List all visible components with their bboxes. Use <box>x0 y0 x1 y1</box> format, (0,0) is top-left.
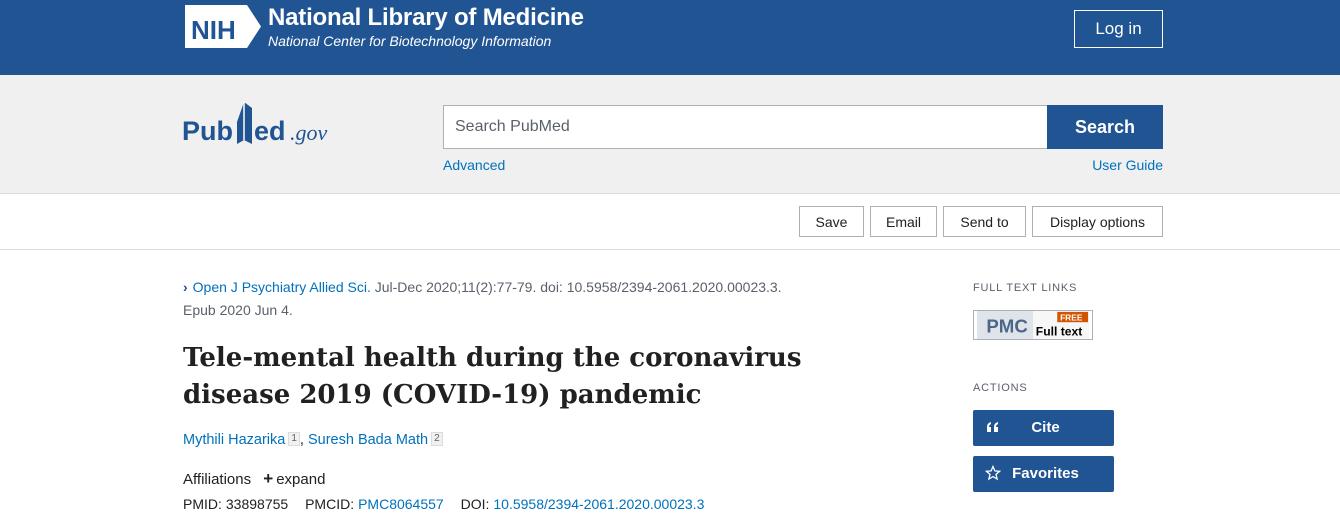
pmc-logo-text: PMC <box>986 315 1027 336</box>
full-text-links-heading: FULL TEXT LINKS <box>973 282 1078 294</box>
doi-link[interactable]: 10.5958/2394-2061.2020.00023.3 <box>493 496 704 512</box>
author-separator: , <box>299 432 304 448</box>
nlm-title[interactable]: National Library of Medicine <box>268 4 584 32</box>
save-button[interactable]: Save <box>799 206 864 237</box>
pmcid-label: PMCID: <box>305 496 355 512</box>
nih-banner: NIH National Library of Medicine Nationa… <box>0 0 1340 75</box>
affiliations: Affiliations + expand <box>183 469 325 489</box>
expand-label: expand <box>276 471 326 488</box>
search-button[interactable]: Search <box>1047 105 1163 149</box>
nih-logo-icon[interactable]: NIH <box>183 3 263 50</box>
search-input[interactable] <box>443 105 1048 149</box>
email-button[interactable]: Email <box>870 206 937 237</box>
pmcid-link[interactable]: PMC8064557 <box>358 496 444 512</box>
article-title: Tele-mental health during the coronaviru… <box>183 343 802 410</box>
send-to-button[interactable]: Send to <box>943 206 1026 237</box>
favorites-label: Favorites <box>1012 465 1079 482</box>
affiliations-label: Affiliations <box>183 471 252 488</box>
svg-text:Pub: Pub <box>182 116 233 146</box>
affiliation-number[interactable]: 2 <box>431 432 443 446</box>
actions-heading: ACTIONS <box>973 382 1028 394</box>
citation: › Open J Psychiatry Allied Sci. Jul-Dec 2… <box>183 276 883 322</box>
nih-logo-text: NIH <box>191 15 236 45</box>
doi-label: DOI: <box>460 496 490 512</box>
svg-text:.gov: .gov <box>290 120 328 145</box>
pmid-label: PMID: <box>183 496 222 512</box>
ncbi-subtitle: National Center for Biotechnology Inform… <box>268 33 552 49</box>
article-identifiers: PMID: 33898755 PMCID: PMC8064557 DOI: 10.59… <box>183 496 704 512</box>
article-toolbar: Save Email Send to Display options <box>0 194 1340 250</box>
cite-button[interactable]: Cite <box>973 410 1114 446</box>
advanced-search-link[interactable]: Advanced <box>443 157 505 173</box>
pmid-value: 33898755 <box>225 496 289 512</box>
svg-text:ed: ed <box>254 116 286 146</box>
user-guide-link[interactable]: User Guide <box>1092 157 1163 173</box>
display-options-button[interactable]: Display options <box>1032 206 1163 237</box>
cite-label: Cite <box>1031 419 1060 436</box>
chevron-right-icon: › <box>183 279 188 295</box>
author-link[interactable]: Mythili Hazarika <box>183 432 285 448</box>
plus-icon: + <box>263 469 274 488</box>
affiliation-number[interactable]: 1 <box>288 432 300 446</box>
favorites-button[interactable]: Favorites <box>973 456 1114 492</box>
pmc-full-text-link[interactable]: PMC FREE Full text <box>973 310 1093 340</box>
journal-link[interactable]: Open J Psychiatry Allied Sci. <box>193 279 371 295</box>
pmc-full-text-label: Full text <box>1036 324 1082 338</box>
search-band: Pub ed .gov Search Advanced User Guide <box>0 75 1340 194</box>
expand-affiliations-button[interactable]: + expand <box>263 469 326 488</box>
epub-date: Epub 2020 Jun 4. <box>183 302 293 318</box>
authors-list: Mythili Hazarika 1, Suresh Bada Math 2 <box>183 432 443 448</box>
citation-details: Jul-Dec 2020;11(2):77-79. doi: 10.5958/2… <box>370 279 782 295</box>
pmc-free-text: FREE <box>1060 312 1083 322</box>
login-button[interactable]: Log in <box>1074 10 1163 48</box>
author-link[interactable]: Suresh Bada Math <box>308 432 428 448</box>
pubmed-logo-icon[interactable]: Pub ed .gov <box>182 100 372 152</box>
